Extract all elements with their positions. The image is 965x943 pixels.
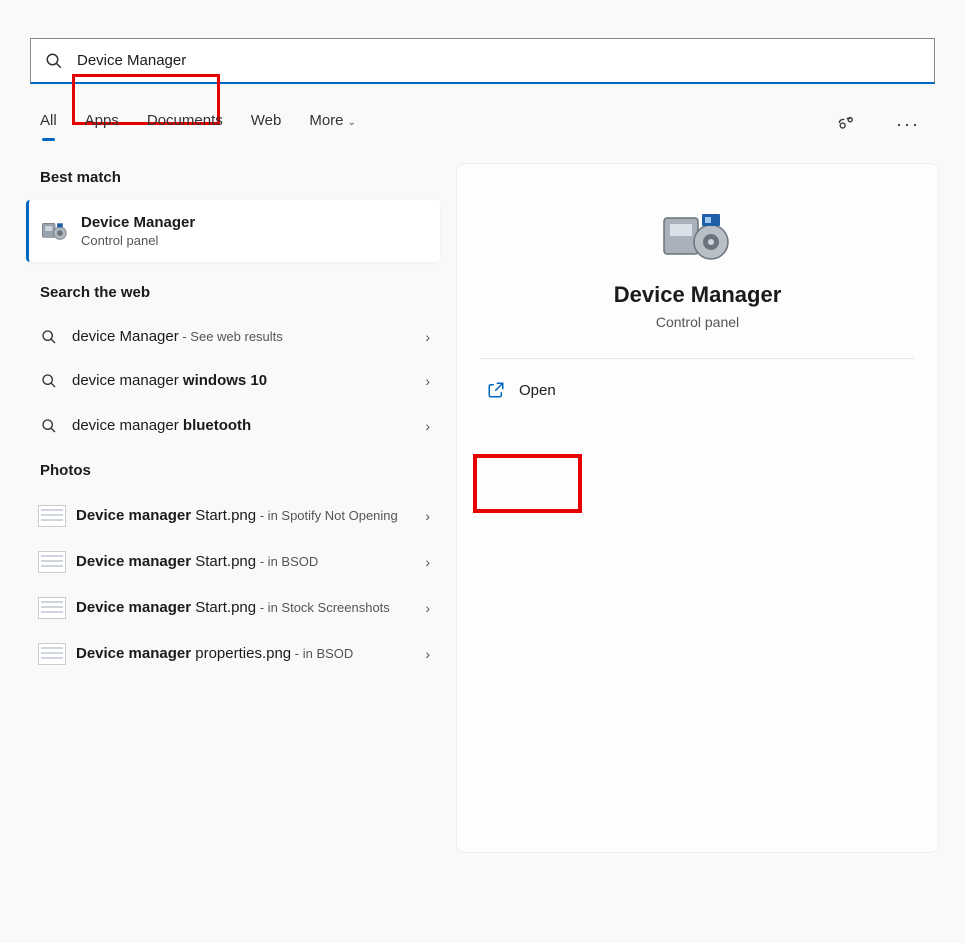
section-photos: Photos <box>40 462 440 479</box>
open-button[interactable]: Open <box>481 371 914 409</box>
tab-apps[interactable]: Apps <box>85 112 119 137</box>
device-manager-icon <box>41 217 69 245</box>
tab-documents[interactable]: Documents <box>147 112 223 137</box>
chevron-right-icon: › <box>425 646 430 662</box>
tab-all[interactable]: All <box>40 112 57 137</box>
preview-subtitle: Control panel <box>481 314 914 330</box>
preview-pane: Device Manager Control panel Open <box>456 163 939 853</box>
chevron-right-icon: › <box>425 418 430 434</box>
section-search-web: Search the web <box>40 284 440 301</box>
tab-more[interactable]: More⌄ <box>309 112 356 137</box>
image-thumbnail-icon <box>38 505 66 527</box>
best-match-subtitle: Control panel <box>81 233 195 248</box>
photo-result[interactable]: Device manager properties.png - in BSOD … <box>26 631 440 677</box>
chat-icon[interactable] <box>829 113 863 137</box>
photo-result[interactable]: Device manager Start.png - in Spotify No… <box>26 493 440 539</box>
device-manager-large-icon <box>658 204 738 264</box>
chevron-down-icon: ⌄ <box>348 117 356 128</box>
more-options-icon[interactable]: ··· <box>891 114 925 135</box>
best-match-item[interactable]: Device Manager Control panel <box>26 200 440 262</box>
search-icon <box>38 418 60 434</box>
image-thumbnail-icon <box>38 597 66 619</box>
open-external-icon <box>487 381 505 399</box>
chevron-right-icon: › <box>425 600 430 616</box>
search-icon <box>38 329 60 345</box>
web-result[interactable]: device Manager - See web results › <box>26 315 440 359</box>
divider <box>481 358 914 359</box>
chevron-right-icon: › <box>425 373 430 389</box>
chevron-right-icon: › <box>425 508 430 524</box>
results-column: Best match Device Manager Control panel … <box>26 163 440 853</box>
search-icon <box>38 373 60 389</box>
web-result[interactable]: device manager bluetooth › <box>26 404 440 448</box>
search-input[interactable] <box>77 52 920 69</box>
image-thumbnail-icon <box>38 643 66 665</box>
photo-result[interactable]: Device manager Start.png - in BSOD › <box>26 539 440 585</box>
chevron-right-icon: › <box>425 554 430 570</box>
chevron-right-icon: › <box>425 329 430 345</box>
web-result[interactable]: device manager windows 10 › <box>26 359 440 403</box>
best-match-title: Device Manager <box>81 214 195 231</box>
search-bar[interactable] <box>30 38 935 84</box>
image-thumbnail-icon <box>38 551 66 573</box>
tab-web[interactable]: Web <box>251 112 282 137</box>
preview-title: Device Manager <box>481 282 914 308</box>
section-best-match: Best match <box>40 169 440 186</box>
search-icon <box>45 52 63 70</box>
photo-result[interactable]: Device manager Start.png - in Stock Scre… <box>26 585 440 631</box>
filter-tabs: All Apps Documents Web More⌄ ··· <box>40 112 925 137</box>
open-label: Open <box>519 382 556 399</box>
